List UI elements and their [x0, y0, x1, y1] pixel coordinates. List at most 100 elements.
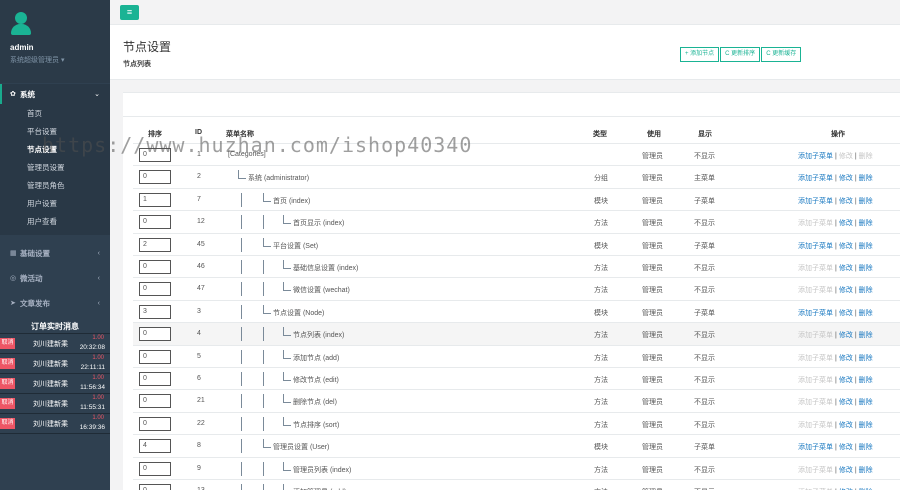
- sort-input[interactable]: 0: [139, 282, 171, 297]
- edit-link[interactable]: 修改: [839, 467, 853, 474]
- update-cache-button[interactable]: C 更新缓存: [761, 47, 802, 62]
- delete-link[interactable]: 删除: [859, 355, 873, 362]
- sidebar-item-user-settings[interactable]: 用户设置: [0, 195, 110, 213]
- delete-link[interactable]: 删除: [859, 377, 873, 384]
- delete-link[interactable]: 删除: [859, 444, 873, 451]
- sort-input[interactable]: 0: [139, 170, 171, 185]
- delete-link[interactable]: 删除: [859, 198, 873, 205]
- delete-link[interactable]: 删除: [859, 467, 873, 474]
- delete-link[interactable]: 删除: [859, 422, 873, 429]
- row-actions: 添加子菜单|修改|删除: [798, 375, 873, 385]
- add-submenu-link[interactable]: 添加子菜单: [798, 399, 833, 406]
- sort-input[interactable]: 0: [139, 148, 171, 162]
- sort-input[interactable]: 1: [139, 192, 171, 207]
- edit-link[interactable]: 修改: [839, 310, 853, 317]
- add-submenu-link[interactable]: 添加子菜单: [798, 355, 833, 362]
- delete-link[interactable]: 删除: [859, 287, 873, 294]
- add-submenu-link[interactable]: 添加子菜单: [798, 310, 833, 317]
- order-item[interactable]: 取消 刘川建新乘 1.00 16:39:36: [0, 414, 110, 434]
- edit-link[interactable]: 修改: [839, 265, 853, 272]
- edit-link[interactable]: 修改: [839, 175, 853, 182]
- col-name: 菜单名称: [226, 131, 254, 138]
- tree-line: [241, 416, 242, 431]
- order-item[interactable]: 取消 刘川建新乘 1.00 11:56:34: [0, 374, 110, 394]
- edit-link[interactable]: 修改: [839, 399, 853, 406]
- order-item[interactable]: 取消 刘川建新乘 1.00 11:55:31: [0, 394, 110, 414]
- nav-group-system[interactable]: ✿ 系统 ⌄: [0, 84, 110, 104]
- add-submenu-link[interactable]: 添加子菜单: [798, 243, 833, 250]
- sort-input[interactable]: 0: [139, 416, 171, 431]
- edit-link[interactable]: 修改: [839, 422, 853, 429]
- add-submenu-link[interactable]: 添加子菜单: [798, 377, 833, 384]
- add-submenu-link[interactable]: 添加子菜单: [798, 467, 833, 474]
- update-sort-button[interactable]: C 更新排序: [720, 47, 761, 62]
- sort-input[interactable]: 0: [139, 484, 171, 490]
- add-node-button[interactable]: + 添加节点: [680, 47, 720, 62]
- sidebar-item-admin-settings[interactable]: 管理员设置: [0, 159, 110, 177]
- tree-line: [241, 260, 242, 274]
- delete-link[interactable]: 删除: [859, 220, 873, 227]
- sidebar-item-platform-settings[interactable]: 平台设置: [0, 123, 110, 141]
- add-submenu-link[interactable]: 添加子菜单: [798, 332, 833, 339]
- tree-connector: [263, 439, 271, 449]
- sort-input[interactable]: 2: [139, 237, 171, 252]
- menu-toggle-button[interactable]: ≡: [120, 5, 139, 20]
- add-submenu-link[interactable]: 添加子菜单: [798, 287, 833, 294]
- sort-input[interactable]: 4: [139, 439, 171, 454]
- add-submenu-link[interactable]: 添加子菜单: [798, 175, 833, 182]
- add-submenu-link[interactable]: 添加子菜单: [798, 444, 833, 451]
- delete-link[interactable]: 删除: [859, 175, 873, 182]
- sort-input[interactable]: 0: [139, 260, 171, 274]
- sort-input[interactable]: 0: [139, 349, 171, 364]
- row-type: 分组: [594, 175, 608, 183]
- add-submenu-link[interactable]: 添加子菜单: [798, 265, 833, 272]
- nav-group-micro-activity[interactable]: ◎ 微活动 ‹: [0, 268, 110, 288]
- user-avatar-icon: [10, 12, 32, 35]
- delete-link[interactable]: 删除: [859, 399, 873, 406]
- edit-link[interactable]: 修改: [839, 444, 853, 451]
- order-item[interactable]: 取消 刘川建新乘 1.00 22:11:11: [0, 354, 110, 374]
- tree-connector: [283, 282, 291, 292]
- row-show: 不显示: [694, 220, 715, 228]
- nav-group-article-publish[interactable]: ➤ 文章发布 ‹: [0, 293, 110, 313]
- row-actions: 添加子菜单|修改|删除: [798, 353, 873, 363]
- add-submenu-link[interactable]: 添加子菜单: [798, 198, 833, 205]
- row-use: 管理员: [642, 377, 663, 384]
- tree-line: [263, 282, 264, 297]
- sort-input[interactable]: 0: [139, 394, 171, 409]
- edit-link[interactable]: 修改: [839, 220, 853, 227]
- table-row: 1 7 首页 (index) 模块 管理员 子菜单 添加子菜单 | 修改 | 删除: [133, 187, 900, 210]
- edit-link[interactable]: 修改: [839, 198, 853, 205]
- edit-link[interactable]: 修改: [839, 377, 853, 384]
- delete-link[interactable]: 删除: [859, 153, 873, 160]
- top-bar: ≡: [110, 0, 900, 25]
- sort-input[interactable]: 3: [139, 304, 171, 319]
- edit-link[interactable]: 修改: [839, 287, 853, 294]
- tree-connector: [283, 461, 291, 471]
- edit-link[interactable]: 修改: [839, 355, 853, 362]
- sidebar-item-home[interactable]: 首页: [0, 105, 110, 123]
- delete-link[interactable]: 删除: [859, 265, 873, 272]
- sidebar-item-admin-roles[interactable]: 管理员角色: [0, 177, 110, 195]
- edit-link[interactable]: 修改: [839, 332, 853, 339]
- sort-input[interactable]: 0: [139, 215, 171, 230]
- tree-line: [263, 260, 264, 274]
- edit-link[interactable]: 修改: [839, 153, 853, 160]
- edit-link[interactable]: 修改: [839, 243, 853, 250]
- profile-role-dropdown[interactable]: 系统超级管理员 ▾: [10, 55, 110, 65]
- order-amount: 1.00: [92, 375, 104, 381]
- add-submenu-link[interactable]: 添加子菜单: [798, 153, 833, 160]
- delete-link[interactable]: 删除: [859, 332, 873, 339]
- sidebar-item-node-settings[interactable]: 节点设置: [0, 141, 110, 159]
- delete-link[interactable]: 删除: [859, 243, 873, 250]
- sort-input[interactable]: 0: [139, 461, 171, 476]
- sort-input[interactable]: 0: [139, 327, 171, 342]
- order-item[interactable]: 取消 刘川建新乘 1.00 20:32:08: [0, 334, 110, 354]
- delete-link[interactable]: 删除: [859, 310, 873, 317]
- row-type: 方法: [594, 354, 608, 362]
- sort-input[interactable]: 0: [139, 372, 171, 386]
- add-submenu-link[interactable]: 添加子菜单: [798, 422, 833, 429]
- add-submenu-link[interactable]: 添加子菜单: [798, 220, 833, 227]
- nav-group-basic-settings[interactable]: ▦ 基础设置 ‹: [0, 243, 110, 263]
- sidebar-item-user-view[interactable]: 用户查看: [0, 213, 110, 231]
